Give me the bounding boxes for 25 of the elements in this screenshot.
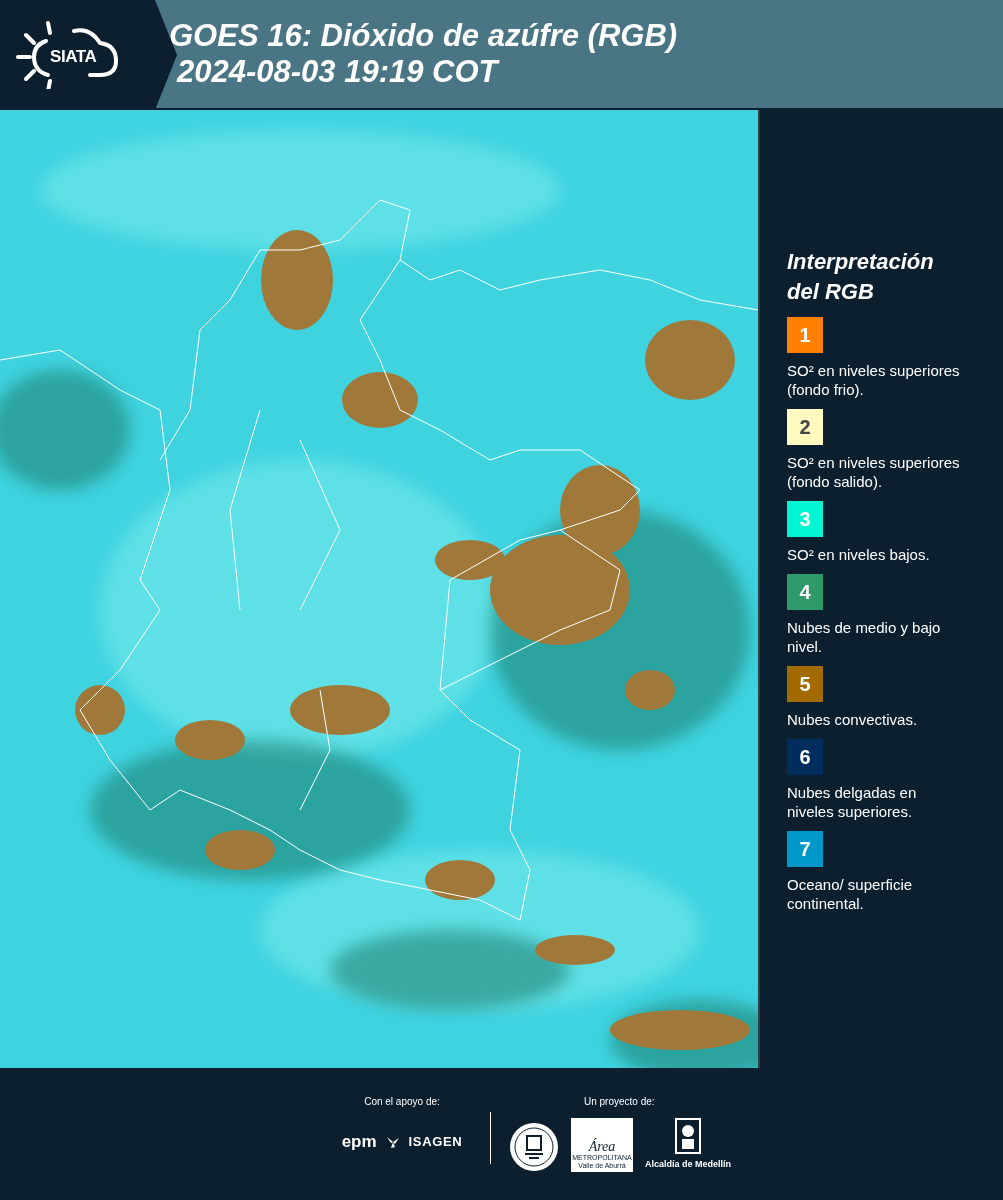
legend-description: SO² en niveles superiores (fondo salido). xyxy=(787,453,961,491)
legend-description: Nubes de medio y bajo nivel. xyxy=(787,618,942,656)
logo-text: SIATA xyxy=(50,46,97,69)
legend-description: SO² en niveles bajos. xyxy=(787,545,931,564)
legend-swatch: 3 xyxy=(787,501,823,537)
epm-logo: epm xyxy=(341,1131,377,1153)
coat-of-arms-icon xyxy=(674,1117,702,1155)
legend-swatch: 5 xyxy=(787,666,823,702)
alcaldia-logo-text: Alcaldía de Medellín xyxy=(645,1158,731,1171)
legend-swatch: 7 xyxy=(787,831,823,867)
legend-description: Nubes convectivas. xyxy=(787,710,919,729)
legend-description: SO² en niveles superiores (fondo frio). xyxy=(787,361,961,399)
isagen-logo: ISAGEN xyxy=(408,1133,463,1151)
legend-swatch: 4 xyxy=(787,574,823,610)
timestamp: 2024-08-03 19:19 COT xyxy=(175,54,501,90)
legend-description: Oceano/ superficie continental. xyxy=(787,875,914,913)
seal-emblem xyxy=(509,1121,559,1172)
legend-description: Nubes delgadas en niveles superiores. xyxy=(787,783,918,821)
legend-title: Interpretación del RGB xyxy=(787,248,935,306)
legend-swatch: 2 xyxy=(787,409,823,445)
legend-swatch: 1 xyxy=(787,317,823,353)
legend-swatch: 6 xyxy=(787,739,823,775)
title: GOES 16: Dióxido de azúfre (RGB) xyxy=(169,18,678,54)
support-label: Con el apoyo de: xyxy=(364,1095,440,1109)
project-label: Un proyecto de: xyxy=(584,1095,655,1109)
